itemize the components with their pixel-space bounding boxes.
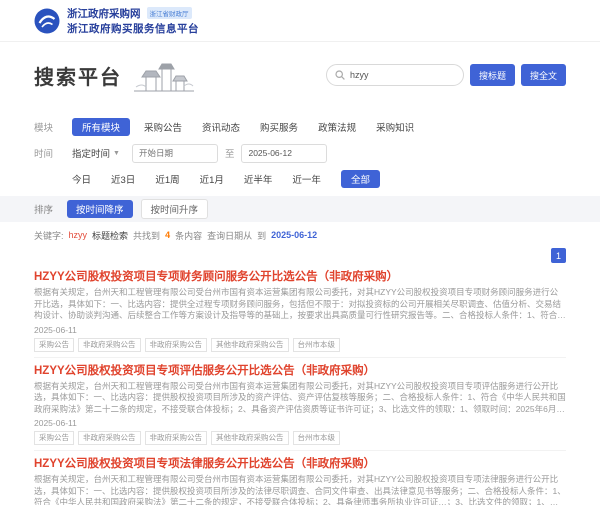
quick-range-row: 今日 近3日 近1周 近1月 近半年 近一年 全部: [34, 166, 566, 192]
sort-label: 排序: [34, 202, 53, 216]
search-scope: 标题检索: [92, 229, 128, 242]
result-date: 2025-06-11: [34, 325, 566, 335]
sort-strip: 排序 按时间降序 按时间升序: [0, 196, 600, 222]
result-date: 2025-06-11: [34, 418, 566, 428]
time-label: 时间: [34, 146, 72, 160]
sort-desc-button[interactable]: 按时间降序: [67, 200, 133, 218]
keyword-label: 关键字:: [34, 229, 64, 242]
date-end-input[interactable]: [241, 144, 327, 163]
search-icon: [335, 70, 345, 80]
time-filter-row: 时间 指定时间 ▼ 至: [34, 140, 566, 166]
range-1year[interactable]: 近一年: [292, 172, 321, 186]
range-1month[interactable]: 近1月: [200, 172, 224, 186]
site-name-primary: 浙江政府采购网: [67, 6, 141, 21]
pagination: 1: [34, 248, 566, 264]
page-title: 搜索平台: [34, 61, 122, 90]
date-separator: 至: [225, 146, 235, 160]
module-tab-all[interactable]: 所有模块: [72, 118, 130, 136]
result-count: 4: [165, 230, 170, 240]
filter-panel: 模块 所有模块 采购公告 资讯动态 购买服务 政策法规 采购知识 时间 指定时间…: [34, 108, 566, 192]
ink-landscape-illustration: [132, 55, 196, 95]
result-tags: 采购公告 非政府采购公告 非政府采购公告 其他非政府采购公告 台州市本级: [34, 338, 566, 352]
tag: 其他非政府采购公告: [211, 338, 289, 352]
range-halfyear[interactable]: 近半年: [244, 172, 273, 186]
site-header: 浙江政府采购网 浙江省财政厅 浙江政府购买服务信息平台: [0, 0, 600, 42]
module-tab-services[interactable]: 购买服务: [260, 120, 298, 134]
range-all[interactable]: 全部: [341, 170, 380, 188]
date-start-input[interactable]: [132, 144, 218, 163]
query-date-label: 查询日期从: [207, 229, 252, 242]
range-today[interactable]: 今日: [72, 172, 91, 186]
result-snippet: 根据有关规定，台州天和工程管理有限公司受台州市国有资本运营集团有限公司委托，对其…: [34, 381, 566, 416]
tag: 非政府采购公告: [145, 431, 208, 445]
result-item: HZYY公司股权投资项目专项法律服务公开比选公告（非政府采购） 根据有关规定，台…: [34, 451, 566, 505]
module-tab-knowledge[interactable]: 采购知识: [376, 120, 414, 134]
tag: 其他非政府采购公告: [211, 431, 289, 445]
time-mode-dropdown[interactable]: 指定时间 ▼: [72, 146, 120, 160]
gov-badge: 浙江省财政厅: [147, 7, 192, 19]
range-3days[interactable]: 近3日: [111, 172, 135, 186]
keyword-value: hzyy: [69, 230, 88, 240]
module-label: 模块: [34, 120, 72, 134]
tag: 非政府采购公告: [78, 338, 141, 352]
module-tab-policies[interactable]: 政策法规: [318, 120, 356, 134]
result-snippet: 根据有关规定，台州天和工程管理有限公司受台州市国有资本运营集团有限公司委托，对其…: [34, 287, 566, 322]
tag: 非政府采购公告: [145, 338, 208, 352]
tag: 采购公告: [34, 338, 74, 352]
result-item: HZYY公司股权投资项目专项评估服务公开比选公告（非政府采购） 根据有关规定，台…: [34, 358, 566, 452]
tag: 采购公告: [34, 431, 74, 445]
found-suffix: 条内容: [175, 229, 202, 242]
page-number-1[interactable]: 1: [551, 248, 566, 263]
result-snippet: 根据有关规定，台州天和工程管理有限公司受台州市国有资本运营集团有限公司委托，对其…: [34, 474, 566, 505]
range-1week[interactable]: 近1周: [155, 172, 179, 186]
search-title-button[interactable]: 搜标题: [470, 64, 515, 86]
module-tab-announcements[interactable]: 采购公告: [144, 120, 182, 134]
search-banner: 搜索平台 搜标题 搜全文: [0, 42, 600, 108]
result-item: HZYY公司股权投资项目专项财务顾问服务公开比选公告（非政府采购） 根据有关规定…: [34, 264, 566, 358]
query-date-value: 2025-06-12: [271, 230, 317, 240]
search-input[interactable]: [350, 70, 455, 80]
tag: 非政府采购公告: [78, 431, 141, 445]
result-summary: 关键字: hzyy 标题检索 共找到 4 条内容 查询日期从 到 2025-06…: [34, 222, 566, 248]
sort-asc-button[interactable]: 按时间升序: [141, 199, 209, 219]
module-tab-news[interactable]: 资讯动态: [202, 120, 240, 134]
site-logo[interactable]: [34, 8, 60, 34]
chevron-down-icon: ▼: [113, 150, 120, 157]
tag: 台州市本级: [293, 431, 341, 445]
result-tags: 采购公告 非政府采购公告 非政府采购公告 其他非政府采购公告 台州市本级: [34, 431, 566, 445]
search-box[interactable]: [326, 64, 464, 86]
result-title-link[interactable]: HZYY公司股权投资项目专项法律服务公开比选公告（非政府采购）: [34, 457, 566, 471]
results-list: HZYY公司股权投资项目专项财务顾问服务公开比选公告（非政府采购） 根据有关规定…: [34, 264, 566, 505]
search-area: 搜标题 搜全文: [326, 64, 566, 86]
result-title-link[interactable]: HZYY公司股权投资项目专项财务顾问服务公开比选公告（非政府采购）: [34, 270, 566, 284]
found-prefix: 共找到: [133, 229, 160, 242]
site-name-secondary: 浙江政府购买服务信息平台: [67, 21, 199, 36]
module-filter-row: 模块 所有模块 采购公告 资讯动态 购买服务 政策法规 采购知识: [34, 114, 566, 140]
to-label: 到: [257, 229, 266, 242]
tag: 台州市本级: [293, 338, 341, 352]
search-fulltext-button[interactable]: 搜全文: [521, 64, 566, 86]
result-title-link[interactable]: HZYY公司股权投资项目专项评估服务公开比选公告（非政府采购）: [34, 364, 566, 378]
